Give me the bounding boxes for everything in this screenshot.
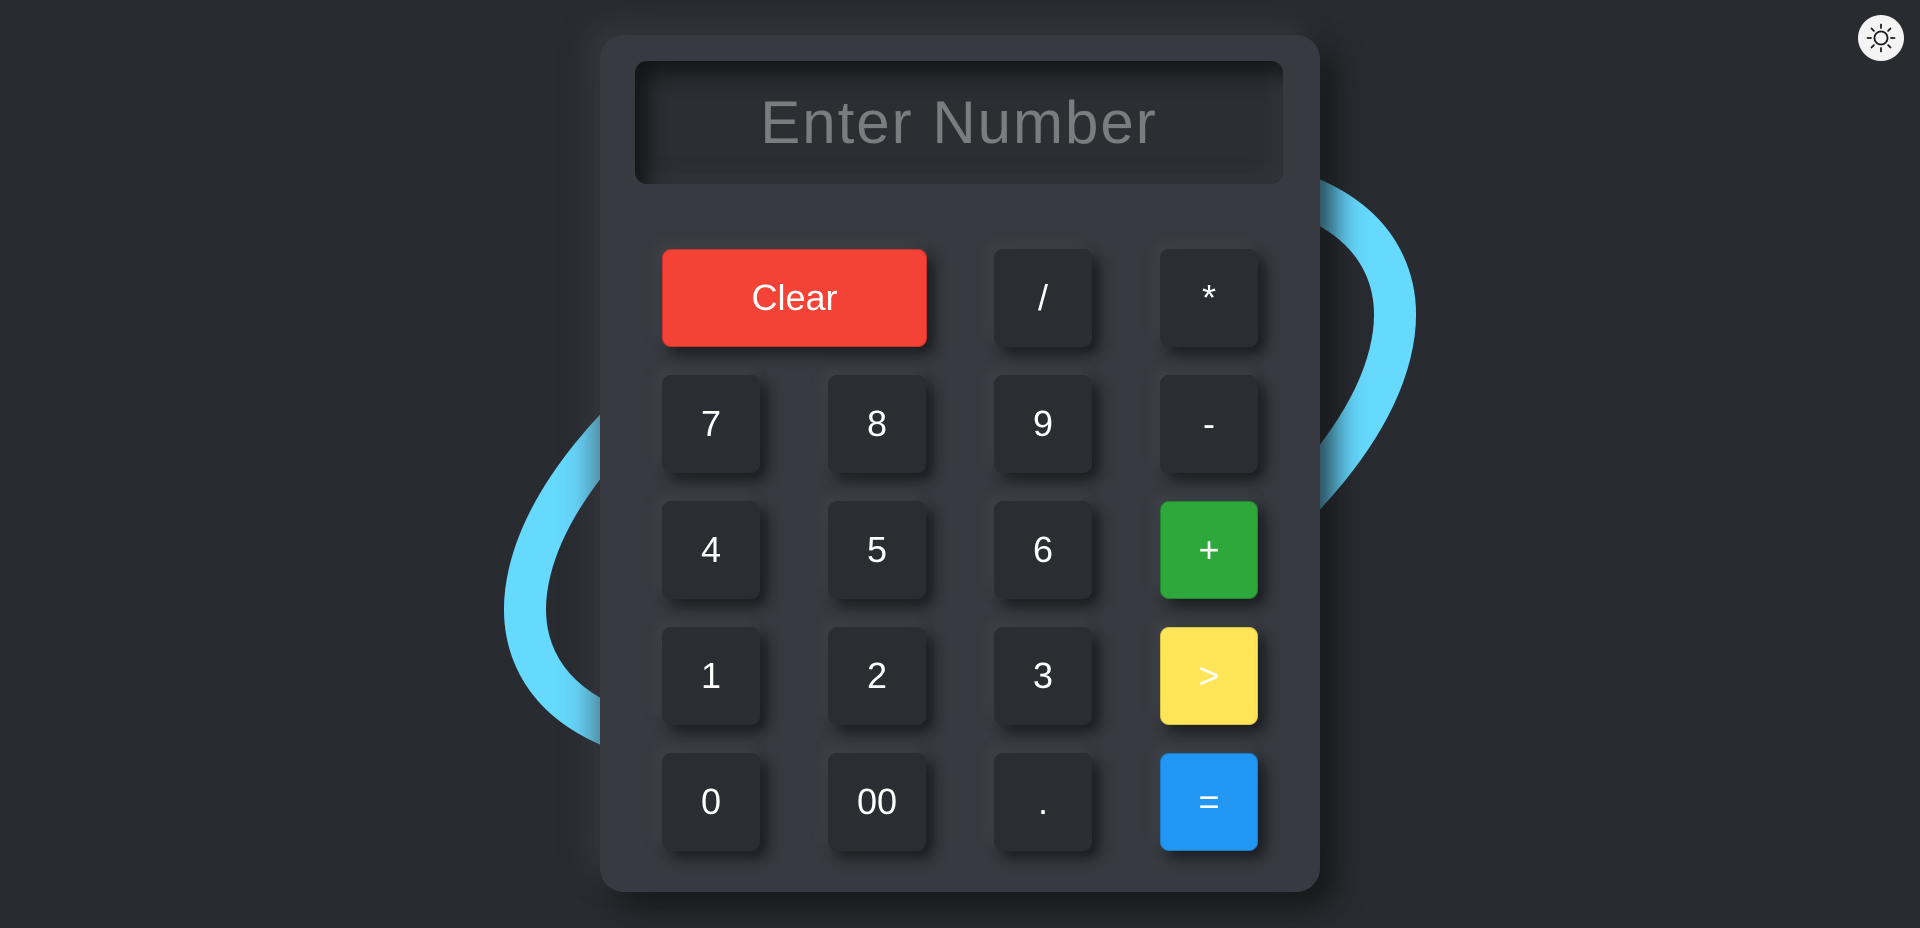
digit-4-button[interactable]: 4	[662, 501, 760, 599]
decimal-point-button[interactable]: .	[994, 753, 1092, 851]
digit-1-button[interactable]: 1	[662, 627, 760, 725]
display	[635, 61, 1283, 184]
divide-button[interactable]: /	[994, 249, 1092, 347]
backspace-button[interactable]: >	[1160, 627, 1258, 725]
digit-3-button[interactable]: 3	[994, 627, 1092, 725]
digit-6-button[interactable]: 6	[994, 501, 1092, 599]
digit-7-button[interactable]: 7	[662, 375, 760, 473]
sun-icon	[1866, 23, 1896, 53]
clear-button[interactable]: Clear	[662, 249, 927, 347]
number-input[interactable]	[635, 61, 1283, 184]
digit-9-button[interactable]: 9	[994, 375, 1092, 473]
plus-button[interactable]: +	[1160, 501, 1258, 599]
equals-button[interactable]: =	[1160, 753, 1258, 851]
multiply-button[interactable]: *	[1160, 249, 1258, 347]
digit-8-button[interactable]: 8	[828, 375, 926, 473]
minus-button[interactable]: -	[1160, 375, 1258, 473]
double-zero-button[interactable]: 00	[828, 753, 926, 851]
theme-toggle-button[interactable]	[1858, 15, 1904, 61]
page: Clear / * 7 8 9 - 4 5 6 + 1 2 3 > 0 00 .…	[0, 0, 1920, 928]
digit-5-button[interactable]: 5	[828, 501, 926, 599]
calculator: Clear / * 7 8 9 - 4 5 6 + 1 2 3 > 0 00 .…	[600, 35, 1320, 892]
digit-0-button[interactable]: 0	[662, 753, 760, 851]
digit-2-button[interactable]: 2	[828, 627, 926, 725]
